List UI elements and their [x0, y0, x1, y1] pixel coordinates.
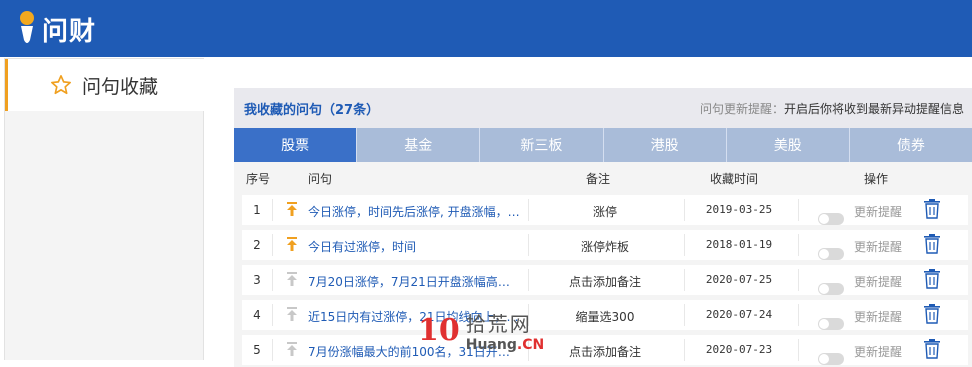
table-row: 4 近15日内有过涨停，21日均线向上，… 缩量选300 2020-07-24 … [234, 297, 972, 332]
market-tabs: 股票 基金 新三板 港股 美股 债券 [234, 128, 972, 162]
watermark-ten: 10 [418, 312, 460, 348]
watermark-en-prefix: Huang [465, 336, 517, 353]
watermark-en-suffix: .CN [516, 336, 545, 353]
header-action: 操作 [864, 172, 889, 186]
row-number: 5 [253, 343, 261, 357]
table-header: 序号 问句 备注 收藏时间 操作 [234, 162, 972, 192]
header-time: 收藏时间 [710, 172, 759, 186]
watermark-en: Huang.CN [466, 337, 544, 353]
tab-hk-stocks[interactable]: 港股 [603, 128, 727, 162]
app-name: 问财 [42, 16, 97, 47]
tab-us-stocks[interactable]: 美股 [726, 128, 850, 162]
update-reminder-label: 更新提醒 [854, 240, 903, 254]
header-question: 问句 [308, 172, 333, 186]
watermark-cn: 拾荒网 [465, 311, 532, 336]
pin-top-icon[interactable] [286, 237, 298, 254]
row-number: 3 [253, 273, 261, 287]
row-note[interactable]: 涨停炸板 [530, 238, 680, 255]
table-body: 1 今日涨停，时间先后涨停, 开盘涨幅，… 涨停 2019-03-25 更新提醒… [234, 192, 972, 367]
pin-top-icon[interactable] [286, 202, 298, 219]
panel-header: 我收藏的问句（27条） 问句更新提醒：开启后你将收到最新异动提醒信息 [234, 88, 972, 128]
divider [528, 269, 529, 291]
row-card: 1 今日涨停，时间先后涨停, 开盘涨幅，… 涨停 2019-03-25 更新提醒 [242, 195, 968, 225]
star-icon [51, 75, 71, 95]
wencai-logo-icon [20, 11, 34, 43]
row-date: 2020-07-25 [705, 273, 773, 286]
sidebar-item-label: 问句收藏 [82, 75, 159, 98]
row-date: 2020-07-24 [705, 308, 773, 321]
update-notice: 问句更新提醒：开启后你将收到最新异动提醒信息 [700, 100, 964, 117]
table-row: 1 今日涨停，时间先后涨停, 开盘涨幅，… 涨停 2019-03-25 更新提醒 [234, 192, 972, 227]
trash-icon[interactable] [924, 339, 940, 362]
divider [272, 304, 273, 326]
trash-icon[interactable] [924, 304, 940, 327]
divider [798, 199, 799, 221]
row-note[interactable]: 涨停 [530, 203, 680, 220]
divider [798, 234, 799, 256]
update-reminder-label: 更新提醒 [854, 275, 903, 289]
row-date: 2018-01-19 [705, 238, 773, 251]
divider [798, 339, 799, 361]
row-date: 2020-07-23 [705, 343, 773, 356]
table-row: 3 7月20日涨停，7月21日开盘涨幅高于7… 点击添加备注 2020-07-2… [234, 262, 972, 297]
pin-top-icon[interactable] [286, 307, 298, 324]
row-number: 1 [253, 203, 261, 217]
sidebar: 问句收藏 [4, 58, 205, 360]
row-note[interactable]: 点击添加备注 [530, 273, 680, 290]
update-reminder-label: 更新提醒 [854, 345, 903, 359]
trash-icon[interactable] [924, 234, 940, 257]
update-notice-label: 问句更新提醒： [699, 101, 784, 116]
divider [272, 339, 273, 361]
row-date: 2019-03-25 [705, 203, 773, 216]
question-link[interactable]: 今日涨停，时间先后涨停, 开盘涨幅，… [308, 203, 520, 220]
header-note: 备注 [586, 172, 611, 186]
divider [528, 234, 529, 256]
favorites-panel: 我收藏的问句（27条） 问句更新提醒：开启后你将收到最新异动提醒信息 股票 基金… [234, 88, 972, 367]
header-no: 序号 [246, 172, 271, 186]
question-link[interactable]: 今日有过涨停，时间 [308, 238, 520, 255]
row-card: 2 今日有过涨停，时间 涨停炸板 2018-01-19 更新提醒 [242, 230, 968, 260]
watermark: 10 拾荒网 Huang.CN [418, 300, 578, 360]
sidebar-item-favorites[interactable]: 问句收藏 [5, 59, 205, 111]
tab-bonds[interactable]: 债券 [849, 128, 972, 162]
table-row: 2 今日有过涨停，时间 涨停炸板 2018-01-19 更新提醒 [234, 227, 972, 262]
divider [798, 304, 799, 326]
row-card: 3 7月20日涨停，7月21日开盘涨幅高于7… 点击添加备注 2020-07-2… [242, 265, 968, 295]
top-bar: 问财 [0, 0, 972, 57]
update-reminder-label: 更新提醒 [854, 205, 903, 219]
update-reminder-label: 更新提醒 [854, 310, 903, 324]
trash-icon[interactable] [924, 199, 940, 222]
divider [798, 269, 799, 291]
table-row: 5 7月份涨幅最大的前100名，31日开盘… 点击添加备注 2020-07-23… [234, 332, 972, 367]
trash-icon[interactable] [924, 269, 940, 292]
divider [528, 199, 529, 221]
divider [272, 234, 273, 256]
row-card: 4 近15日内有过涨停，21日均线向上，… 缩量选300 2020-07-24 … [242, 300, 968, 330]
row-card: 5 7月份涨幅最大的前100名，31日开盘… 点击添加备注 2020-07-23… [242, 335, 968, 365]
tab-neeq[interactable]: 新三板 [480, 128, 604, 162]
divider [272, 269, 273, 291]
row-number: 2 [253, 238, 261, 252]
pin-top-icon[interactable] [286, 342, 298, 359]
question-link[interactable]: 7月20日涨停，7月21日开盘涨幅高于7… [308, 273, 520, 290]
row-number: 4 [253, 308, 261, 322]
update-notice-text: 开启后你将收到最新异动提醒信息 [783, 101, 964, 116]
tab-funds[interactable]: 基金 [357, 128, 481, 162]
app-logo[interactable]: 问财 [16, 10, 96, 48]
pin-top-icon[interactable] [286, 272, 298, 289]
panel-title: 我收藏的问句（27条） [244, 102, 380, 118]
sidebar-empty-area [5, 111, 203, 360]
divider [272, 199, 273, 221]
watermark-text: 拾荒网 Huang.CN [466, 308, 544, 353]
tab-stocks[interactable]: 股票 [234, 128, 358, 162]
